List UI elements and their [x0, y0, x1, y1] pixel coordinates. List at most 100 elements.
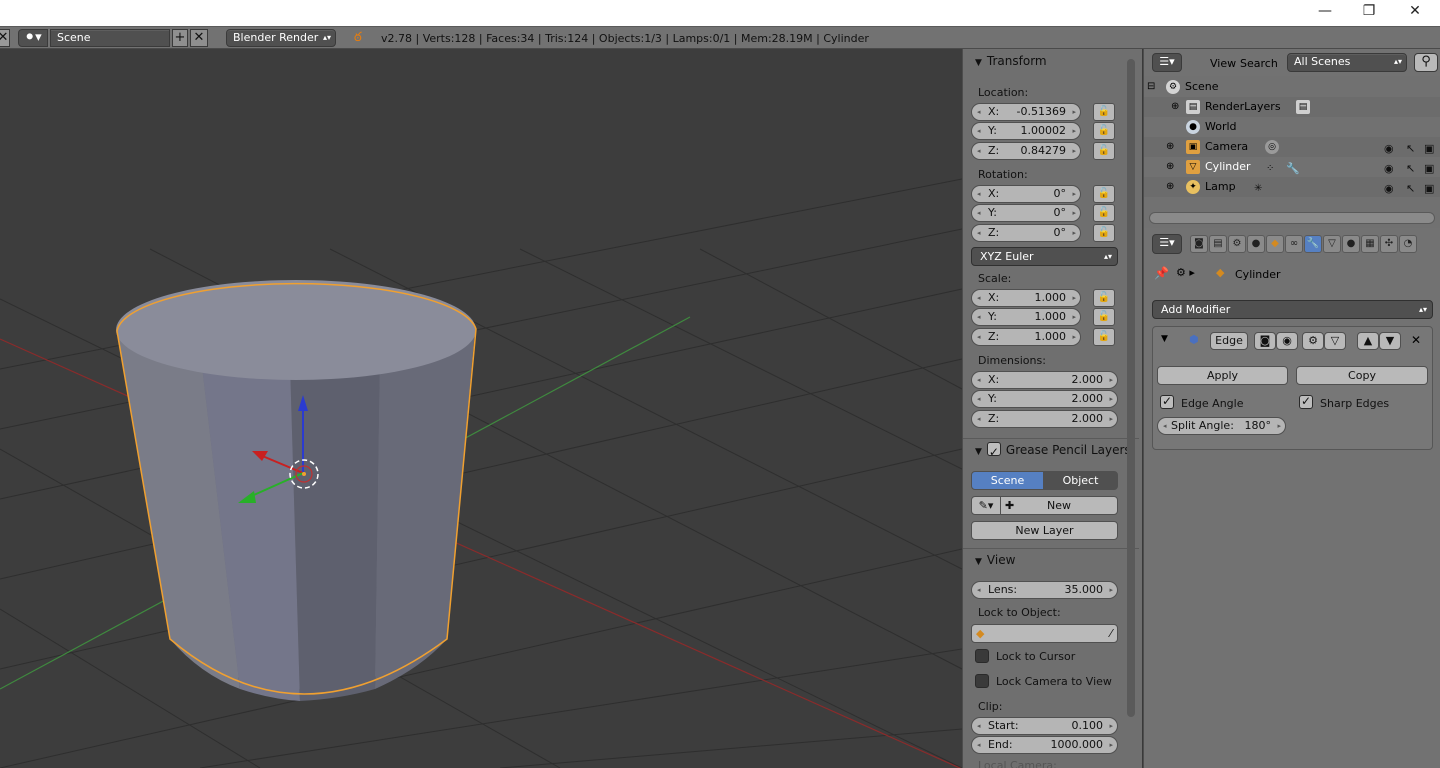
lock-icon[interactable]: 🔓 [1093, 289, 1115, 307]
collapse-icon[interactable]: ⊟ [1147, 77, 1155, 97]
grease-pencil-icon[interactable]: ✎▾ [971, 496, 1001, 515]
render-camera-icon[interactable]: ▣ [1424, 179, 1434, 199]
eyedropper-icon[interactable]: ⁄ [1110, 625, 1112, 642]
expand-icon[interactable]: ⊕ [1166, 137, 1174, 157]
lock-object-field[interactable]: ◆ ⁄ [971, 624, 1118, 643]
texture-tab-icon[interactable]: ▦ [1361, 235, 1379, 253]
cage-toggle-icon[interactable]: ▽ [1324, 332, 1346, 350]
apply-button[interactable]: Apply [1157, 366, 1288, 385]
particles-tab-icon[interactable]: ✣ [1380, 235, 1398, 253]
lock-icon[interactable]: 🔓 [1093, 103, 1115, 121]
render-toggle-icon[interactable]: ◙ [1254, 332, 1276, 350]
select-cursor-icon[interactable]: ↖ [1406, 179, 1415, 199]
tab-object[interactable]: Object [1043, 471, 1118, 490]
add-scene-icon[interactable]: + [172, 29, 188, 47]
lock-icon[interactable]: 🔓 [1093, 142, 1115, 160]
visibility-eye-icon[interactable]: ◉ [1384, 139, 1394, 159]
clip-end-field[interactable]: ◂ End: 1000.000 ▸ [971, 736, 1118, 754]
location-z-field[interactable]: ◂ Z: 0.84279 ▸ [971, 142, 1081, 160]
clip-start-field[interactable]: ◂ Start: 0.100 ▸ [971, 717, 1118, 735]
constraints-tab-icon[interactable]: ∞ [1285, 235, 1303, 253]
split-angle-field[interactable]: ◂ Split Angle: 180° ▸ [1157, 417, 1286, 435]
rotation-mode-select[interactable]: XYZ Euler ▴▾ [971, 247, 1118, 266]
render-engine-select[interactable]: Blender Render ▴▾ [226, 29, 336, 47]
transform-panel-header[interactable]: ▼ Transform [963, 50, 1139, 72]
visibility-eye-icon[interactable]: ◉ [1384, 159, 1394, 179]
rotation-y-field[interactable]: ◂ Y: 0° ▸ [971, 204, 1081, 222]
outliner-hscrollbar[interactable] [1149, 212, 1435, 224]
delete-scene-icon[interactable]: ✕ [190, 29, 208, 47]
render-camera-icon[interactable]: ▣ [1424, 139, 1434, 159]
outliner-item-renderlayers[interactable]: ⊕ ▤ RenderLayers ▤ [1144, 97, 1440, 117]
outliner-view-menu[interactable]: View [1210, 57, 1236, 70]
location-x-field[interactable]: ◂ X: -0.51369 ▸ [971, 103, 1081, 121]
outliner-item-camera[interactable]: ⊕ ▣ Camera ◎ ◉ ↖ ▣ [1144, 137, 1440, 157]
lens-field[interactable]: ◂ Lens: 35.000 ▸ [971, 581, 1118, 599]
add-modifier-dropdown[interactable]: Add Modifier ▴▾ [1152, 300, 1433, 319]
outliner-item-scene[interactable]: ⊟ ⚙ Scene [1144, 77, 1440, 97]
physics-tab-icon[interactable]: ◔ [1399, 235, 1417, 253]
editor-type-icon[interactable]: ☰▾ [1152, 53, 1182, 72]
new-layer-button[interactable]: New Layer [971, 521, 1118, 540]
lock-to-cursor-checkbox[interactable] [975, 649, 989, 663]
select-cursor-icon[interactable]: ↖ [1406, 139, 1415, 159]
new-grease-pencil-button[interactable]: ✚ New [1000, 496, 1118, 515]
scale-z-field[interactable]: ◂ Z: 1.000 ▸ [971, 328, 1081, 346]
maximize-button[interactable]: ❐ [1346, 0, 1392, 24]
modifiers-tab-icon[interactable]: 🔧 [1304, 235, 1322, 253]
expand-icon[interactable]: ⊕ [1166, 157, 1174, 177]
minimize-button[interactable]: — [1302, 0, 1348, 24]
outliner-item-world[interactable]: ● World [1144, 117, 1440, 137]
scene-name-field[interactable]: Scene [50, 29, 170, 47]
move-up-icon[interactable]: ▲ [1357, 332, 1379, 350]
lock-icon[interactable]: 🔓 [1093, 204, 1115, 222]
render-camera-icon[interactable]: ▣ [1424, 159, 1434, 179]
grease-pencil-panel-header[interactable]: ▼ Grease Pencil Layers [963, 438, 1139, 463]
shelf-scrollbar[interactable] [1127, 59, 1135, 717]
collapse-triangle-icon[interactable]: ▼ [1161, 334, 1168, 344]
location-y-field[interactable]: ◂ Y: 1.00002 ▸ [971, 122, 1081, 140]
move-down-icon[interactable]: ▼ [1379, 332, 1401, 350]
pin-icon[interactable]: 📌 [1154, 266, 1169, 280]
edge-angle-checkbox[interactable] [1160, 394, 1174, 409]
scene-tab-icon[interactable]: ⚙ [1228, 235, 1246, 253]
lock-icon[interactable]: 🔓 [1093, 185, 1115, 203]
material-tab-icon[interactable]: ● [1342, 235, 1360, 253]
3d-viewport[interactable] [0, 49, 962, 768]
outliner-item-cylinder[interactable]: ⊕ ▽ Cylinder ⁘ 🔧 ◉ ↖ ▣ [1144, 157, 1440, 177]
sharp-edges-checkbox[interactable] [1299, 394, 1313, 409]
search-icon[interactable]: ⚲ [1414, 53, 1438, 72]
expand-icon[interactable]: ⊕ [1166, 177, 1174, 197]
grease-pencil-enable-checkbox[interactable] [986, 441, 1001, 463]
editmode-toggle-icon[interactable]: ⚙ [1302, 332, 1324, 350]
dimension-z-field[interactable]: ◂ Z: 2.000 ▸ [971, 410, 1118, 428]
data-tab-icon[interactable]: ▽ [1323, 235, 1341, 253]
viewport-toggle-icon[interactable]: ◉ [1276, 332, 1298, 350]
modifier-name-field[interactable]: Edge [1210, 332, 1248, 350]
close-icon[interactable]: ✕ [0, 29, 10, 47]
outliner-item-lamp[interactable]: ⊕ ✦ Lamp ✳ ◉ ↖ ▣ [1144, 177, 1440, 197]
lock-icon[interactable]: 🔓 [1093, 224, 1115, 242]
remove-modifier-icon[interactable]: ✕ [1411, 333, 1421, 347]
display-mode-select[interactable]: All Scenes ▴▾ [1287, 53, 1407, 72]
close-window-button[interactable]: ✕ [1392, 0, 1438, 24]
dimension-y-field[interactable]: ◂ Y: 2.000 ▸ [971, 390, 1118, 408]
renderlayers-tab-icon[interactable]: ▤ [1209, 235, 1227, 253]
object-tab-icon[interactable]: ◆ [1266, 235, 1284, 253]
scale-x-field[interactable]: ◂ X: 1.000 ▸ [971, 289, 1081, 307]
scale-y-field[interactable]: ◂ Y: 1.000 ▸ [971, 308, 1081, 326]
copy-button[interactable]: Copy [1296, 366, 1428, 385]
wrench-icon[interactable]: 🔧 [1286, 159, 1300, 179]
select-cursor-icon[interactable]: ↖ [1406, 159, 1415, 179]
expand-icon[interactable]: ⊕ [1171, 97, 1179, 117]
render-tab-icon[interactable]: ◙ [1190, 235, 1208, 253]
tab-scene[interactable]: Scene [971, 471, 1044, 490]
lock-icon[interactable]: 🔓 [1093, 122, 1115, 140]
visibility-eye-icon[interactable]: ◉ [1384, 179, 1394, 199]
lock-camera-checkbox[interactable] [975, 674, 989, 688]
rotation-x-field[interactable]: ◂ X: 0° ▸ [971, 185, 1081, 203]
dimension-x-field[interactable]: ◂ X: 2.000 ▸ [971, 371, 1118, 389]
lock-icon[interactable]: 🔓 [1093, 328, 1115, 346]
rotation-z-field[interactable]: ◂ Z: 0° ▸ [971, 224, 1081, 242]
lock-icon[interactable]: 🔓 [1093, 308, 1115, 326]
